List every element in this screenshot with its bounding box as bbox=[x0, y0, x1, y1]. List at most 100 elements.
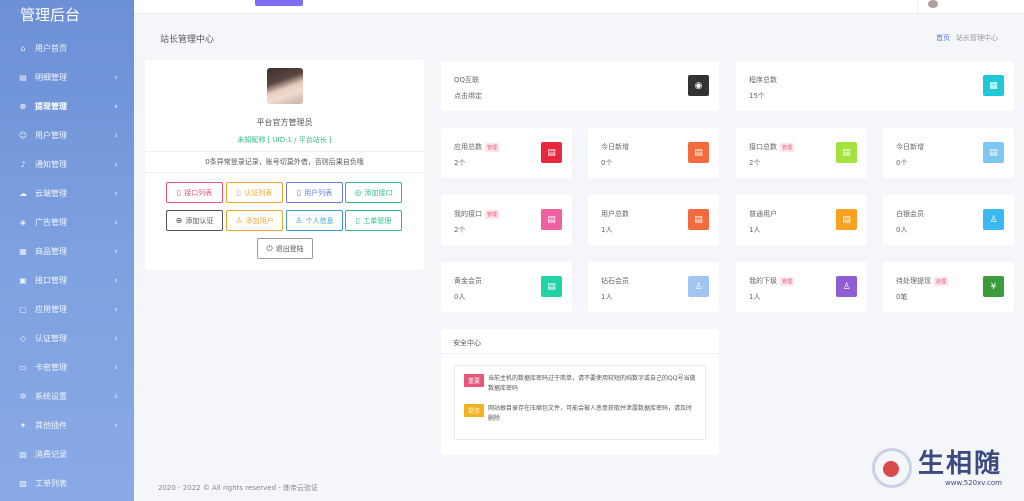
stat-title: 接口总数 bbox=[749, 143, 777, 151]
cloud-icon: ☁ bbox=[19, 189, 27, 198]
search-button[interactable] bbox=[255, 0, 303, 6]
sidebar-item-13[interactable]: ✦ 其他插件 › bbox=[0, 411, 134, 440]
chevron-right-icon: › bbox=[114, 275, 118, 286]
plugin-icon: ✦ bbox=[19, 421, 27, 430]
profile-button-3[interactable]: ◎ 添加接口 bbox=[345, 182, 402, 203]
sidebar-item-label: 系统设置 bbox=[35, 392, 67, 401]
power-icon: ⏻ bbox=[266, 243, 273, 253]
sidebar-item-8[interactable]: ▣ 接口管理 › bbox=[0, 266, 134, 295]
button-label: 接口列表 bbox=[184, 188, 213, 197]
sidebar-item-5[interactable]: ☁ 云端管理 › bbox=[0, 179, 134, 208]
sidebar-item-label: 应用管理 bbox=[35, 305, 67, 314]
breadcrumb: 首页 站长管理中心 bbox=[936, 33, 998, 43]
bell-icon: ♪ bbox=[20, 160, 26, 169]
api-icon: ▣ bbox=[19, 276, 27, 285]
new-app-icon: ▤ bbox=[688, 142, 709, 163]
chevron-right-icon: › bbox=[114, 391, 118, 402]
sidebar: 管理后台 ⌂ 用户首页 ▤ 明细管理 › ⊛ 提现管理 › ☺ 用户管理 › ♪ 通知管理 › ☁ 云端管理 ›… bbox=[0, 0, 134, 501]
stat-value: 2个 bbox=[454, 226, 466, 234]
security-notice-important: 重要 当前主机的数据库密码过于简单，请不要使用较短的纯数字或自己的QQ号当做数据… bbox=[464, 374, 696, 394]
logout-button[interactable]: ⏻ 退出登陆 bbox=[257, 238, 313, 259]
stat-title-row: 黄金会员 bbox=[454, 276, 482, 286]
manage-tag[interactable]: 管理 bbox=[780, 142, 795, 152]
stat-value: 0人 bbox=[896, 226, 908, 234]
stat-title-row: 应用总数 管理 bbox=[454, 142, 500, 152]
avatar bbox=[928, 0, 938, 8]
stat-card: 程序总数 15个 ▦ bbox=[736, 61, 1014, 111]
stat-title: 今日新增 bbox=[601, 143, 629, 151]
divider bbox=[145, 151, 424, 152]
chevron-right-icon: › bbox=[114, 420, 118, 431]
stat-title: 普通用户 bbox=[749, 210, 777, 218]
users-icon: ▤ bbox=[688, 209, 709, 230]
brand-title: 管理后台 bbox=[20, 6, 81, 24]
sidebar-item-15[interactable]: ▨ 工单列表 bbox=[0, 469, 134, 498]
sidebar-item-14[interactable]: ▧ 消费记录 bbox=[0, 440, 134, 469]
stat-value: 1人 bbox=[601, 293, 613, 301]
sidebar-item-2[interactable]: ⊛ 提现管理 › bbox=[0, 92, 134, 121]
profile-button-0[interactable]: ▯ 接口列表 bbox=[166, 182, 223, 203]
watermark-title: 生相随 bbox=[918, 448, 1003, 479]
stat-value[interactable]: 点击绑定 bbox=[454, 91, 482, 101]
user-menu[interactable] bbox=[917, 0, 1024, 14]
stat-title: 今日新增 bbox=[896, 143, 924, 151]
profile-button-4[interactable]: ⊕ 添加认证 bbox=[166, 210, 223, 231]
stat-card: 白银会员 0人 ♙ bbox=[883, 195, 1014, 245]
stat-value: 1人 bbox=[749, 226, 761, 234]
sidebar-nav: ⌂ 用户首页 ▤ 明细管理 › ⊛ 提现管理 › ☺ 用户管理 › ♪ 通知管理 › ☁ 云端管理 › ◈ 广告管理… bbox=[0, 34, 134, 498]
chevron-right-icon: › bbox=[114, 217, 118, 228]
sidebar-item-9[interactable]: ▢ 应用管理 › bbox=[0, 295, 134, 324]
sidebar-item-label: 云端管理 bbox=[35, 189, 67, 198]
stat-title-row: 待处理提现 处理 bbox=[896, 276, 949, 286]
stat-value: 2个 bbox=[749, 159, 761, 167]
profile-button-5[interactable]: ♙ 添加用户 bbox=[226, 210, 283, 231]
sidebar-item-label: 接口管理 bbox=[35, 276, 67, 285]
ticket-icon: ▨ bbox=[19, 479, 27, 488]
watermark-emblem-icon bbox=[872, 447, 912, 488]
manage-tag[interactable]: 管理 bbox=[485, 209, 500, 219]
stat-card: 黄金会员 0人 ▤ bbox=[441, 262, 572, 312]
sidebar-item-7[interactable]: ▦ 商品管理 › bbox=[0, 237, 134, 266]
sidebar-item-11[interactable]: ▭ 卡密管理 › bbox=[0, 353, 134, 382]
sidebar-item-label: 其他插件 bbox=[35, 421, 67, 430]
stat-card: 今日新增 0个 ▤ bbox=[883, 128, 1014, 178]
sidebar-item-6[interactable]: ◈ 广告管理 › bbox=[0, 208, 134, 237]
stat-title-row: 普通用户 bbox=[749, 209, 777, 219]
button-label: 添加认证 bbox=[185, 216, 214, 225]
button-label: 用户列表 bbox=[304, 188, 333, 197]
chevron-right-icon: › bbox=[114, 362, 118, 373]
tip-badge: 提示 bbox=[464, 404, 485, 417]
sidebar-item-10[interactable]: ◇ 认证管理 › bbox=[0, 324, 134, 353]
logout-label: 退出登陆 bbox=[275, 244, 304, 253]
stat-title-row: 我的接口 管理 bbox=[454, 209, 500, 219]
sidebar-item-label: 广告管理 bbox=[35, 218, 67, 227]
shield-icon: ◇ bbox=[19, 334, 27, 343]
profile-button-1[interactable]: ▯ 认证列表 bbox=[226, 182, 283, 203]
stat-card: 用户总数 1人 ▤ bbox=[588, 195, 719, 245]
profile-button-6[interactable]: ♙ 个人信息 bbox=[286, 210, 343, 231]
manage-tag[interactable]: 管理 bbox=[485, 142, 500, 152]
sidebar-item-4[interactable]: ♪ 通知管理 › bbox=[0, 150, 134, 179]
breadcrumb-home[interactable]: 首页 bbox=[936, 34, 950, 42]
withdraw-icon: ⊛ bbox=[19, 102, 27, 111]
qq-icon: ◉ bbox=[688, 75, 709, 96]
sidebar-item-12[interactable]: ✲ 系统设置 › bbox=[0, 382, 134, 411]
silver-member-icon: ♙ bbox=[983, 209, 1004, 230]
sidebar-item-label: 提现管理 bbox=[35, 102, 67, 111]
stat-title-row: 今日新增 bbox=[896, 142, 924, 152]
manage-tag[interactable]: 管理 bbox=[780, 276, 795, 286]
profile-button-7[interactable]: ▯ 工单管理 bbox=[345, 210, 402, 231]
profile-button-2[interactable]: ▯ 用户列表 bbox=[286, 182, 343, 203]
footer: 2020 - 2022 © All rights reserved - 炼帝云验… bbox=[158, 484, 319, 492]
manage-tag[interactable]: 处理 bbox=[934, 276, 949, 286]
button-icon: ♙ bbox=[235, 216, 243, 225]
stat-title: 用户总数 bbox=[601, 210, 629, 218]
chevron-right-icon: › bbox=[114, 72, 118, 83]
sidebar-item-1[interactable]: ▤ 明细管理 › bbox=[0, 63, 134, 92]
top-bar bbox=[134, 0, 1024, 14]
security-notices: 重要 当前主机的数据库密码过于简单，请不要使用较短的纯数字或自己的QQ号当做数据… bbox=[454, 365, 706, 440]
chevron-right-icon: › bbox=[114, 188, 118, 199]
watermark-url: www.520xv.com bbox=[944, 478, 1003, 487]
sidebar-item-3[interactable]: ☺ 用户管理 › bbox=[0, 121, 134, 150]
sidebar-item-0[interactable]: ⌂ 用户首页 bbox=[0, 34, 134, 63]
